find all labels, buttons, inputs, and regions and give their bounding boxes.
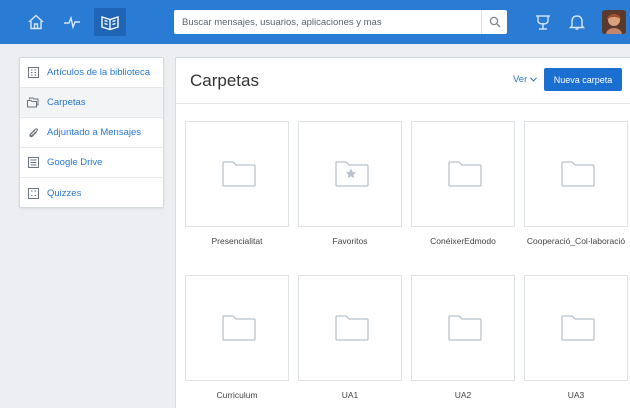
folder-card[interactable] [524, 121, 628, 227]
folder-label[interactable]: UA2 [407, 390, 519, 400]
folder-card[interactable] [411, 275, 515, 381]
starred-folder-icon [335, 161, 369, 187]
folder-label[interactable]: Presencialitat [181, 236, 293, 246]
folder-card[interactable] [185, 275, 289, 381]
sidebar-item-library-articles[interactable]: Artículos de la biblioteca [20, 58, 163, 88]
folder-label[interactable]: Curriculum [181, 390, 293, 400]
folder-label[interactable]: Favoritos [294, 236, 406, 246]
folder-icon [448, 161, 482, 187]
sidebar-item-label: Carpetas [47, 97, 86, 108]
paperclip-icon [27, 127, 39, 139]
folder-card[interactable] [524, 275, 628, 381]
sidebar-item-quizzes[interactable]: Quizzes [20, 178, 163, 208]
folder-label[interactable]: UA3 [520, 390, 630, 400]
sidebar-item-label: Google Drive [47, 157, 103, 168]
search-input[interactable] [174, 10, 474, 34]
sidebar-item-google-drive[interactable]: Google Drive [20, 148, 163, 178]
folder-label[interactable]: Cooperació_Col·laboració [520, 236, 630, 246]
folder-card[interactable] [298, 121, 402, 227]
folder-icon [335, 315, 369, 341]
search-box [174, 10, 507, 34]
view-label: Ver [513, 74, 528, 85]
sidebar-item-label: Quizzes [47, 187, 82, 199]
sidebar-item-label: Adjuntado a Mensajes [47, 127, 142, 138]
folder-card[interactable] [185, 121, 289, 227]
page-title: Carpetas [190, 71, 259, 90]
folder-icon [561, 315, 595, 341]
folder-icon [222, 315, 256, 341]
sidebar-item-attached-messages[interactable]: Adjuntado a Mensajes [20, 118, 163, 148]
drive-icon [27, 157, 39, 169]
library-icon[interactable] [99, 11, 121, 33]
bell-icon[interactable] [566, 11, 588, 33]
folder-card[interactable] [298, 275, 402, 381]
folder-icon [222, 161, 256, 187]
sidebar-item-label: Artículos de la biblioteca [47, 67, 150, 78]
sidebar-item-folders[interactable]: Carpetas [20, 88, 163, 118]
cube-icon[interactable] [532, 11, 554, 33]
top-navigation-bar [0, 0, 630, 44]
library-sidebar: Artículos de la biblioteca Carpetas Adju… [19, 57, 164, 208]
folder-card[interactable] [411, 121, 515, 227]
folders-panel: Carpetas Ver Nueva carpeta Presencialita… [175, 57, 630, 408]
home-icon[interactable] [25, 11, 47, 33]
folder-icon [561, 161, 595, 187]
folder-label[interactable]: UA1 [294, 390, 406, 400]
quiz-icon [27, 187, 39, 199]
folder-icon [448, 315, 482, 341]
search-button[interactable] [481, 10, 507, 34]
view-dropdown[interactable]: Ver [513, 74, 538, 85]
user-avatar[interactable] [602, 10, 626, 34]
folder-label[interactable]: ConéixerEdmodo [407, 236, 519, 246]
grid-icon [27, 67, 39, 79]
chevron-down-icon [530, 77, 538, 82]
folders-icon [27, 97, 39, 109]
new-folder-button[interactable]: Nueva carpeta [544, 68, 622, 91]
search-icon [489, 16, 500, 28]
header-divider [176, 103, 630, 104]
activity-icon[interactable] [61, 11, 83, 33]
